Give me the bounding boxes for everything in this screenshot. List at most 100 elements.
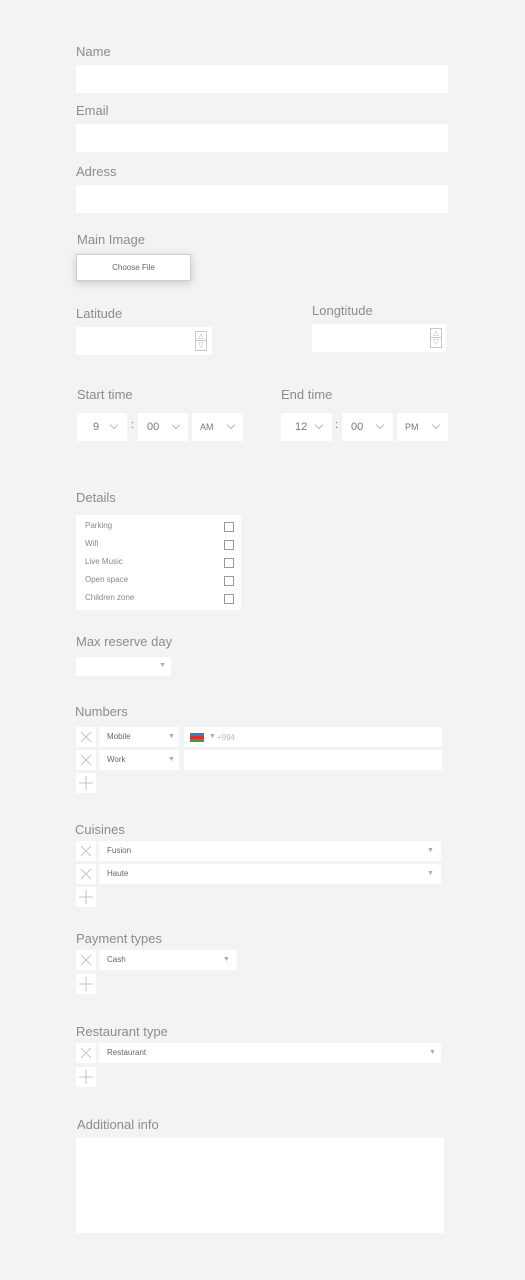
time-separator: : — [131, 419, 135, 431]
close-icon — [80, 1047, 92, 1059]
start-minute-select[interactable]: 00 — [138, 413, 188, 441]
cuisines-label: Cuisines — [75, 822, 125, 837]
address-label: Adress — [76, 164, 117, 179]
caret-down-icon: ▼ — [429, 1049, 436, 1056]
longitude-input[interactable]: △ ▽ — [312, 324, 446, 352]
end-hour-value: 12 — [295, 421, 308, 433]
restaurant-type-select[interactable]: Restaurant ▼ — [99, 1043, 441, 1063]
remove-number-button[interactable] — [76, 727, 96, 747]
end-time-label: End time — [281, 387, 333, 402]
caret-down-icon: ▼ — [427, 870, 434, 877]
details-item-wifi: Wifi — [85, 539, 99, 548]
numbers-label: Numbers — [75, 704, 128, 719]
cuisine-select[interactable]: Fusion ▼ — [99, 841, 441, 861]
end-ampm-value: PM — [405, 422, 419, 432]
additional-info-label: Additional info — [77, 1117, 159, 1132]
stepper-down-icon[interactable]: ▽ — [196, 341, 206, 350]
details-label: Details — [76, 490, 116, 505]
restaurant-type-value: Restaurant — [107, 1048, 147, 1057]
payment-value: Cash — [107, 955, 126, 964]
cuisine-value: Haute — [107, 869, 129, 878]
payment-select[interactable]: Cash ▼ — [99, 950, 237, 970]
remove-cuisine-button[interactable] — [76, 864, 96, 884]
children-zone-checkbox[interactable] — [224, 594, 234, 604]
chevron-down-icon — [171, 420, 181, 430]
longitude-label: Longtitude — [312, 303, 373, 318]
close-icon — [80, 731, 92, 743]
details-item-children-zone: Children zone — [85, 593, 135, 602]
number-type-value: Work — [107, 755, 126, 764]
start-hour-value: 9 — [93, 421, 100, 433]
additional-info-textarea[interactable] — [76, 1138, 444, 1233]
name-label: Name — [76, 44, 111, 59]
phone-input[interactable] — [184, 750, 442, 770]
plus-icon — [79, 1070, 93, 1084]
time-separator: : — [335, 419, 339, 431]
stepper-up-icon[interactable]: △ — [431, 329, 441, 338]
live-music-checkbox[interactable] — [224, 558, 234, 568]
latitude-label: Latitude — [76, 306, 123, 321]
add-number-button[interactable] — [76, 773, 96, 793]
parking-checkbox[interactable] — [224, 522, 234, 532]
close-icon — [80, 868, 92, 880]
add-cuisine-button[interactable] — [76, 887, 96, 907]
phone-prefix: +994 — [217, 733, 236, 742]
max-reserve-select[interactable]: ▼ — [76, 657, 171, 676]
caret-down-icon: ▼ — [159, 662, 166, 669]
close-icon — [80, 954, 92, 966]
details-item-live-music: Live Music — [85, 557, 123, 566]
chevron-down-icon — [431, 420, 441, 430]
start-ampm-value: AM — [200, 422, 214, 432]
end-ampm-select[interactable]: PM — [397, 413, 448, 441]
plus-icon — [79, 890, 93, 904]
cuisine-select[interactable]: Haute ▼ — [99, 864, 441, 884]
plus-icon — [79, 776, 93, 790]
caret-down-icon[interactable]: ▼ — [209, 733, 216, 740]
payment-types-label: Payment types — [76, 931, 162, 946]
add-restaurant-type-button[interactable] — [76, 1067, 96, 1087]
details-checklist: Parking Wifi Live Music Open space Child… — [76, 515, 241, 610]
start-minute-value: 00 — [147, 421, 160, 433]
number-type-select[interactable]: Mobile ▼ — [99, 727, 179, 747]
name-input[interactable] — [76, 65, 448, 93]
chevron-down-icon — [314, 420, 324, 430]
address-input[interactable] — [76, 185, 448, 213]
chevron-down-icon — [226, 420, 236, 430]
close-icon — [80, 845, 92, 857]
remove-restaurant-type-button[interactable] — [76, 1043, 96, 1063]
chevron-down-icon — [375, 420, 385, 430]
caret-down-icon: ▼ — [168, 733, 175, 740]
restaurant-type-label: Restaurant type — [76, 1024, 168, 1039]
longitude-stepper[interactable]: △ ▽ — [430, 328, 442, 348]
max-reserve-label: Max reserve day — [76, 634, 173, 649]
phone-input[interactable]: ▼ +994 — [184, 727, 442, 747]
end-minute-select[interactable]: 00 — [342, 413, 393, 441]
details-item-open-space: Open space — [85, 575, 129, 584]
number-type-value: Mobile — [107, 732, 131, 741]
latitude-stepper[interactable]: △ ▽ — [195, 331, 207, 351]
start-ampm-select[interactable]: AM — [192, 413, 243, 441]
wifi-checkbox[interactable] — [224, 540, 234, 550]
remove-cuisine-button[interactable] — [76, 841, 96, 861]
caret-down-icon: ▼ — [427, 847, 434, 854]
stepper-up-icon[interactable]: △ — [196, 332, 206, 341]
add-payment-button[interactable] — [76, 974, 96, 994]
latitude-input[interactable]: △ ▽ — [76, 327, 212, 355]
end-hour-select[interactable]: 12 — [281, 413, 332, 441]
caret-down-icon: ▼ — [168, 756, 175, 763]
choose-file-button[interactable]: Choose File — [76, 254, 191, 281]
stepper-down-icon[interactable]: ▽ — [431, 338, 441, 347]
start-time-label: Start time — [77, 387, 133, 402]
end-minute-value: 00 — [351, 421, 364, 433]
azerbaijan-flag-icon[interactable] — [190, 733, 204, 742]
caret-down-icon: ▼ — [223, 956, 230, 963]
cuisine-value: Fusion — [107, 846, 132, 855]
main-image-label: Main Image — [77, 232, 145, 247]
open-space-checkbox[interactable] — [224, 576, 234, 586]
email-input[interactable] — [76, 124, 448, 152]
remove-number-button[interactable] — [76, 750, 96, 770]
remove-payment-button[interactable] — [76, 950, 96, 970]
number-type-select[interactable]: Work ▼ — [99, 750, 179, 770]
start-hour-select[interactable]: 9 — [77, 413, 127, 441]
plus-icon — [79, 977, 93, 991]
